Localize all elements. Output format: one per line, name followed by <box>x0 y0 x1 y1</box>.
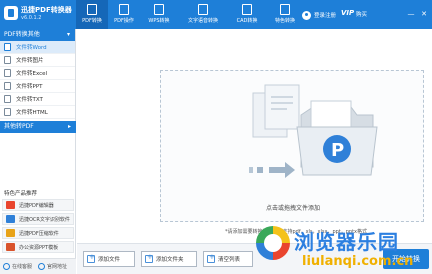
chevron-right-icon: ▸ <box>67 123 71 130</box>
buy-button[interactable]: 购买 <box>356 10 367 18</box>
sidebar-item-to-txt[interactable]: 文件转TXT <box>0 93 75 106</box>
document-icon <box>4 69 11 77</box>
document-icon <box>4 43 11 51</box>
tab-label: WPS转换 <box>148 18 170 24</box>
button-label: 添加文件 <box>98 257 121 263</box>
sidebar-item-label: 文件转Word <box>16 45 47 51</box>
minimize-button[interactable]: — <box>406 9 416 19</box>
special-icon <box>280 4 290 15</box>
add-folder-button[interactable]: 添加文件夹 <box>141 251 197 267</box>
tab-special-convert[interactable]: 特色转换 <box>266 0 304 29</box>
user-icon <box>302 10 311 20</box>
vip-badge[interactable]: VIP <box>341 9 354 17</box>
sidebar-item-to-word[interactable]: 文件转Word <box>0 41 75 54</box>
title-bar: 迅捷PDF转换器 v6.0.1.2 PDF转换 PDF操作 WPS转换 文字语音… <box>0 0 432 29</box>
file-drop-zone[interactable]: P 点击或拖拽文件添加 <box>160 70 424 222</box>
sidebar-item-to-html[interactable]: 文件转HTML <box>0 106 75 119</box>
main-panel: P 点击或拖拽文件添加 *请添加需要转换的文件，支持pdf，xls，xlsx，p… <box>77 29 432 243</box>
document-icon <box>4 56 11 64</box>
clear-list-button[interactable]: 清空列表 <box>203 251 253 267</box>
watermark-logo-icon <box>256 226 290 260</box>
tab-label: PDF操作 <box>114 18 134 24</box>
tab-label: 文字语音转换 <box>187 18 218 24</box>
tab-label: PDF转换 <box>82 18 102 24</box>
drop-instruction: 点击或拖拽文件添加 <box>265 205 320 212</box>
sidebar-footer: 在线客服 官网地址 <box>0 258 76 274</box>
add-file-icon <box>87 253 95 263</box>
tab-pdf-convert[interactable]: PDF转换 <box>76 0 108 29</box>
close-button[interactable]: ✕ <box>419 9 429 19</box>
recommend-item-pdf-editor[interactable]: 迅捷PDF编辑器 <box>2 199 74 211</box>
app-logo-icon <box>4 6 18 20</box>
arrow-right-icon <box>269 162 295 178</box>
add-folder-icon <box>145 253 153 263</box>
section-title: 其他转PDF <box>4 123 34 130</box>
watermark-title: 浏览器乐园 <box>294 230 399 254</box>
pdf-operate-icon <box>119 4 129 15</box>
button-label: 清空列表 <box>218 257 241 263</box>
section-title: PDF转换其他 <box>4 31 40 38</box>
sidebar: PDF转换其他 ▾ 文件转Word 文件转图片 文件转Excel 文件转PPT … <box>0 29 76 274</box>
watermark: 浏览器乐园 liulanqi.com.cn <box>254 224 432 274</box>
main-tabs: PDF转换 PDF操作 WPS转换 文字语音转换 CAD转换 特色转换 <box>76 0 304 29</box>
tab-label: 特色转换 <box>274 18 295 24</box>
sidebar-item-label: 文件转TXT <box>16 97 43 103</box>
sidebar-item-to-image[interactable]: 文件转图片 <box>0 54 75 67</box>
tab-text-speech[interactable]: 文字语音转换 <box>178 0 228 29</box>
file-convert-illustration: P <box>249 84 378 178</box>
sidebar-item-label: 文件转PPT <box>16 84 43 90</box>
login-label: 登录注册 <box>314 13 337 19</box>
recommend-item-ocr[interactable]: 迅捷OCR文字识别软件 <box>2 213 74 225</box>
wps-icon <box>154 4 164 15</box>
sidebar-item-to-excel[interactable]: 文件转Excel <box>0 67 75 80</box>
ocr-icon <box>6 215 15 223</box>
svg-text:P: P <box>331 140 344 161</box>
pdf-convert-icon <box>87 4 97 15</box>
tab-wps-convert[interactable]: WPS转换 <box>140 0 178 29</box>
button-label: 添加文件夹 <box>156 257 184 263</box>
compress-icon <box>6 229 15 237</box>
document-icon <box>4 108 11 116</box>
ppt-template-icon <box>6 243 15 251</box>
home-icon <box>38 263 46 270</box>
support-icon <box>3 263 10 270</box>
watermark-url: liulanqi.com.cn <box>302 254 414 269</box>
recommend-label: 迅捷PDF压缩软件 <box>19 230 59 237</box>
recommend-label: 迅捷PDF编辑器 <box>19 202 54 209</box>
website-link[interactable]: 官网地址 <box>47 263 67 270</box>
sidebar-section-pdf-to-other[interactable]: PDF转换其他 ▾ <box>0 29 75 41</box>
tab-label: CAD转换 <box>236 18 258 24</box>
app-name: 迅捷PDF转换器 <box>21 6 72 14</box>
sidebar-section-other-to-pdf[interactable]: 其他转PDF ▸ <box>0 121 76 133</box>
document-icon <box>264 84 300 130</box>
recommend-label: 办公资源PPT模板 <box>19 244 59 251</box>
pdf-editor-icon <box>6 201 15 209</box>
clear-icon <box>207 253 215 263</box>
online-support-link[interactable]: 在线客服 <box>12 263 32 270</box>
recommend-label: 迅捷OCR文字识别软件 <box>19 216 70 223</box>
tab-cad-convert[interactable]: CAD转换 <box>228 0 266 29</box>
cad-icon <box>242 4 252 15</box>
text-speech-icon <box>198 4 208 15</box>
tab-pdf-operate[interactable]: PDF操作 <box>108 0 140 29</box>
document-icon <box>4 95 11 103</box>
sidebar-item-label: 文件转Excel <box>16 71 48 77</box>
sidebar-item-to-ppt[interactable]: 文件转PPT <box>0 80 75 93</box>
recommend-title: 特色产品推荐 <box>4 191 38 197</box>
recommend-item-compress[interactable]: 迅捷PDF压缩软件 <box>2 227 74 239</box>
document-icon <box>4 82 11 90</box>
sidebar-item-label: 文件转图片 <box>16 58 44 64</box>
add-file-button[interactable]: 添加文件 <box>83 251 135 267</box>
login-button[interactable]: 登录注册 <box>302 9 336 21</box>
app-version: v6.0.1.2 <box>21 15 42 21</box>
recommend-item-ppt-template[interactable]: 办公资源PPT模板 <box>2 241 74 253</box>
sidebar-item-label: 文件转HTML <box>16 110 48 116</box>
chevron-down-icon: ▾ <box>66 31 70 38</box>
